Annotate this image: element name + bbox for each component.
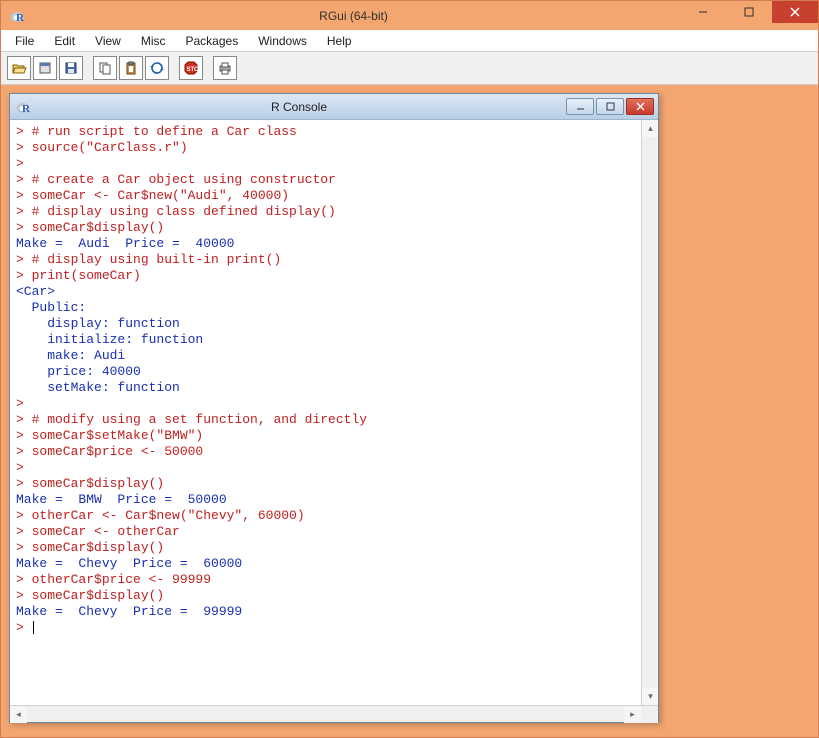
paste-button[interactable] (119, 56, 143, 80)
console-title: R Console (32, 100, 566, 114)
console-command-line: > source("CarClass.r") (16, 140, 639, 156)
outer-titlebar[interactable]: R RGui (64-bit) (1, 1, 818, 30)
copy-paste-button[interactable] (145, 56, 169, 80)
menubar: File Edit View Misc Packages Windows Hel… (1, 30, 818, 52)
console-output-line: <Car> (16, 284, 639, 300)
console-output-line: Make = Chevy Price = 99999 (16, 604, 639, 620)
scroll-up-icon[interactable]: ▴ (642, 120, 658, 137)
console-prompt-line[interactable]: > (16, 620, 639, 636)
console-maximize-button[interactable] (596, 98, 624, 115)
console-output-line: make: Audi (16, 348, 639, 364)
console-command-line: > (16, 460, 639, 476)
r-app-icon: R (9, 7, 27, 25)
scroll-right-icon[interactable]: ▸ (624, 706, 641, 723)
console-horizontal-scrollbar[interactable]: ◂ ▸ (10, 705, 658, 722)
console-command-line: > someCar$display() (16, 540, 639, 556)
console-command-line: > otherCar$price <- 99999 (16, 572, 639, 588)
console-command-line: > # display using built-in print() (16, 252, 639, 268)
minimize-button[interactable] (680, 1, 726, 23)
open-button[interactable] (7, 56, 31, 80)
menu-misc[interactable]: Misc (133, 32, 174, 50)
toolbar: STOP (1, 52, 818, 85)
console-command-line: > someCar$display() (16, 588, 639, 604)
console-output-line: Make = BMW Price = 50000 (16, 492, 639, 508)
console-command-line: > someCar$display() (16, 220, 639, 236)
console-output-line: Public: (16, 300, 639, 316)
r-console-window: R R Console > # run script (9, 93, 659, 723)
mdi-workspace: R R Console > # run script (1, 85, 818, 737)
outer-title: RGui (64-bit) (27, 9, 680, 23)
console-body: > # run script to define a Car class> so… (10, 120, 658, 705)
menu-edit[interactable]: Edit (46, 32, 83, 50)
scroll-left-icon[interactable]: ◂ (10, 706, 27, 723)
console-command-line: > (16, 156, 639, 172)
console-command-line: > # run script to define a Car class (16, 124, 639, 140)
console-vertical-scrollbar[interactable]: ▴ ▾ (641, 120, 658, 705)
console-command-line: > # modify using a set function, and dir… (16, 412, 639, 428)
console-command-line: > someCar$setMake("BMW") (16, 428, 639, 444)
console-command-line: > someCar <- Car$new("Audi", 40000) (16, 188, 639, 204)
svg-text:R: R (22, 103, 31, 115)
menu-packages[interactable]: Packages (178, 32, 247, 50)
hscroll-track[interactable] (27, 706, 624, 722)
console-command-line: > # display using class defined display(… (16, 204, 639, 220)
console-output-line: Make = Chevy Price = 60000 (16, 556, 639, 572)
scroll-corner (641, 706, 658, 723)
console-command-line: > someCar$price <- 50000 (16, 444, 639, 460)
text-cursor (33, 621, 34, 634)
svg-text:R: R (16, 12, 25, 24)
console-output[interactable]: > # run script to define a Car class> so… (10, 120, 641, 705)
save-button[interactable] (59, 56, 83, 80)
console-output-line: Make = Audi Price = 40000 (16, 236, 639, 252)
console-output-line: initialize: function (16, 332, 639, 348)
scroll-down-icon[interactable]: ▾ (642, 688, 658, 705)
console-command-line: > otherCar <- Car$new("Chevy", 60000) (16, 508, 639, 524)
stop-button[interactable]: STOP (179, 56, 203, 80)
rgui-window: R RGui (64-bit) File Edit View Misc Pack… (0, 0, 819, 738)
console-output-line: setMake: function (16, 380, 639, 396)
menu-view[interactable]: View (87, 32, 129, 50)
copy-button[interactable] (93, 56, 117, 80)
r-console-icon: R (16, 99, 32, 115)
maximize-button[interactable] (726, 1, 772, 23)
console-command-line: > someCar$display() (16, 476, 639, 492)
menu-help[interactable]: Help (319, 32, 360, 50)
svg-text:STOP: STOP (187, 67, 200, 73)
console-close-button[interactable] (626, 98, 654, 115)
console-window-controls (566, 98, 654, 115)
load-workspace-button[interactable] (33, 56, 57, 80)
console-command-line: > (16, 396, 639, 412)
outer-window-controls (680, 1, 818, 30)
console-command-line: > print(someCar) (16, 268, 639, 284)
menu-windows[interactable]: Windows (250, 32, 315, 50)
console-command-line: > someCar <- otherCar (16, 524, 639, 540)
console-titlebar[interactable]: R R Console (10, 94, 658, 120)
console-command-line: > # create a Car object using constructo… (16, 172, 639, 188)
close-button[interactable] (772, 1, 818, 23)
menu-file[interactable]: File (7, 32, 42, 50)
console-minimize-button[interactable] (566, 98, 594, 115)
console-output-line: display: function (16, 316, 639, 332)
console-output-line: price: 40000 (16, 364, 639, 380)
print-button[interactable] (213, 56, 237, 80)
